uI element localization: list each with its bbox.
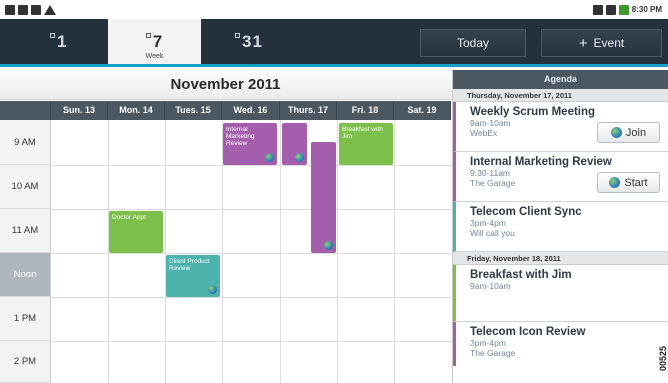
status-time: 8:30 PM [631, 5, 662, 14]
add-event-button[interactable]: + Event [541, 29, 662, 57]
wifi-icon [592, 4, 603, 15]
agenda-item-title: Breakfast with Jim [470, 269, 572, 281]
tab-label: 31 [242, 31, 263, 51]
agenda-item[interactable]: Telecom Client Sync 3pm-4pm Will call yo… [453, 202, 668, 252]
hour-label: 10 AM [0, 165, 51, 209]
agenda-panel: Agenda Thursday, November 17, 2011 Weekl… [452, 70, 668, 383]
start-label: Start [624, 176, 648, 189]
grid-line [51, 341, 451, 342]
tab-week-view[interactable]: 7 Week [108, 19, 201, 64]
grid-line [337, 120, 338, 383]
day-header[interactable]: Fri. 18 [337, 101, 394, 120]
agenda-item-title: Telecom Client Sync [470, 206, 582, 218]
today-button[interactable]: Today [420, 29, 526, 57]
today-label: Today [456, 36, 490, 50]
globe-icon [208, 285, 217, 294]
tab-label: 7 [152, 31, 164, 51]
agenda-title: Agenda [453, 70, 668, 89]
agenda-item-time: 3pm-4pm [470, 218, 506, 228]
calendar-icon [145, 33, 151, 38]
calendar-event[interactable]: Client Product Review [166, 255, 220, 297]
hour-label: Noon [0, 253, 51, 297]
grid-line [51, 253, 451, 254]
event-title: Internal Marketing Review [226, 126, 255, 147]
plus-icon: + [578, 34, 588, 52]
grid-line [165, 120, 166, 383]
hour-label: 9 AM [0, 120, 51, 165]
globe-icon [610, 127, 622, 138]
day-header[interactable]: Sat. 19 [394, 101, 451, 120]
tab-day-view[interactable]: 1 [50, 19, 67, 64]
event-title: Client Product Review [169, 258, 210, 272]
hour-label: 2 PM [0, 341, 51, 383]
grid-line [394, 120, 395, 383]
agenda-item-title: Telecom Icon Review [470, 326, 586, 338]
calendar-event[interactable]: Doctor Appt [109, 211, 163, 253]
join-label: Join [625, 126, 647, 139]
globe-icon [295, 153, 304, 162]
agenda-item-title: Weekly Scrum Meeting [470, 106, 596, 118]
start-button[interactable]: Start [597, 172, 660, 193]
tab-label: 1 [57, 31, 68, 51]
globe-icon [324, 241, 333, 250]
agenda-item[interactable]: Internal Marketing Review 9:30-11am The … [453, 152, 668, 202]
agenda-item-location: The Garage [470, 348, 516, 358]
day-header[interactable]: Sun. 13 [51, 101, 108, 120]
grid-line [51, 209, 451, 210]
day-header[interactable]: Tues. 15 [165, 101, 222, 120]
agenda-item-time: 3pm-4pm [470, 338, 506, 348]
calendar-event[interactable]: Breakfast with Jim [339, 123, 393, 165]
agenda-item[interactable]: Weekly Scrum Meeting 9am-10am WebEx Join [453, 102, 668, 152]
notification-icon [18, 4, 28, 15]
battery-icon [618, 4, 629, 15]
calendar-event[interactable] [311, 142, 336, 253]
globe-icon [609, 177, 621, 188]
month-title: November 2011 [0, 70, 451, 100]
agenda-item-location: Will call you [470, 228, 515, 238]
agenda-item[interactable]: Breakfast with Jim 9am-10am [453, 265, 668, 322]
day-header[interactable]: Mon. 14 [108, 101, 165, 120]
agenda-item-time: 9am-10am [470, 281, 511, 291]
event-title: Breakfast with Jim [342, 126, 383, 140]
notification-icons [5, 4, 56, 15]
tab-sublabel: Week [145, 53, 164, 60]
calendar-event[interactable]: Internal Marketing Review [223, 123, 277, 165]
grid-line [280, 120, 281, 383]
tab-month-view[interactable]: 31 [235, 19, 263, 64]
action-bar: 1 7 Week 31 Today + Event [0, 19, 668, 67]
signal-icon [605, 4, 616, 15]
event-title: Doctor Appt [112, 214, 146, 221]
calendar-icon [50, 33, 55, 38]
figure-code: 00525 [658, 345, 668, 371]
agenda-date: Thursday, November 17, 2011 [453, 89, 668, 102]
hour-label: 1 PM [0, 297, 51, 341]
status-bar: 8:30 PM [0, 0, 668, 19]
day-header[interactable]: Wed. 16 [222, 101, 280, 120]
grid-line [51, 165, 451, 166]
system-icons: 8:30 PM [592, 4, 662, 15]
join-button[interactable]: Join [597, 122, 660, 143]
warning-icon [44, 4, 56, 15]
calendar-icon [235, 33, 240, 38]
calendar-event[interactable] [282, 123, 307, 165]
agenda-date: Friday, November 18, 2011 [453, 252, 668, 265]
grid-line [51, 297, 451, 298]
agenda-item-title: Internal Marketing Review [470, 156, 612, 168]
day-header[interactable]: Thurs. 17 [280, 101, 337, 120]
hour-label: 11 AM [0, 209, 51, 253]
globe-icon [265, 153, 274, 162]
notification-icon [31, 4, 41, 15]
day-header-corner [0, 101, 51, 120]
notification-icon [5, 4, 15, 15]
agenda-item[interactable]: Telecom Icon Review 3pm-4pm The Garage [453, 322, 668, 366]
event-label: Event [593, 36, 625, 50]
